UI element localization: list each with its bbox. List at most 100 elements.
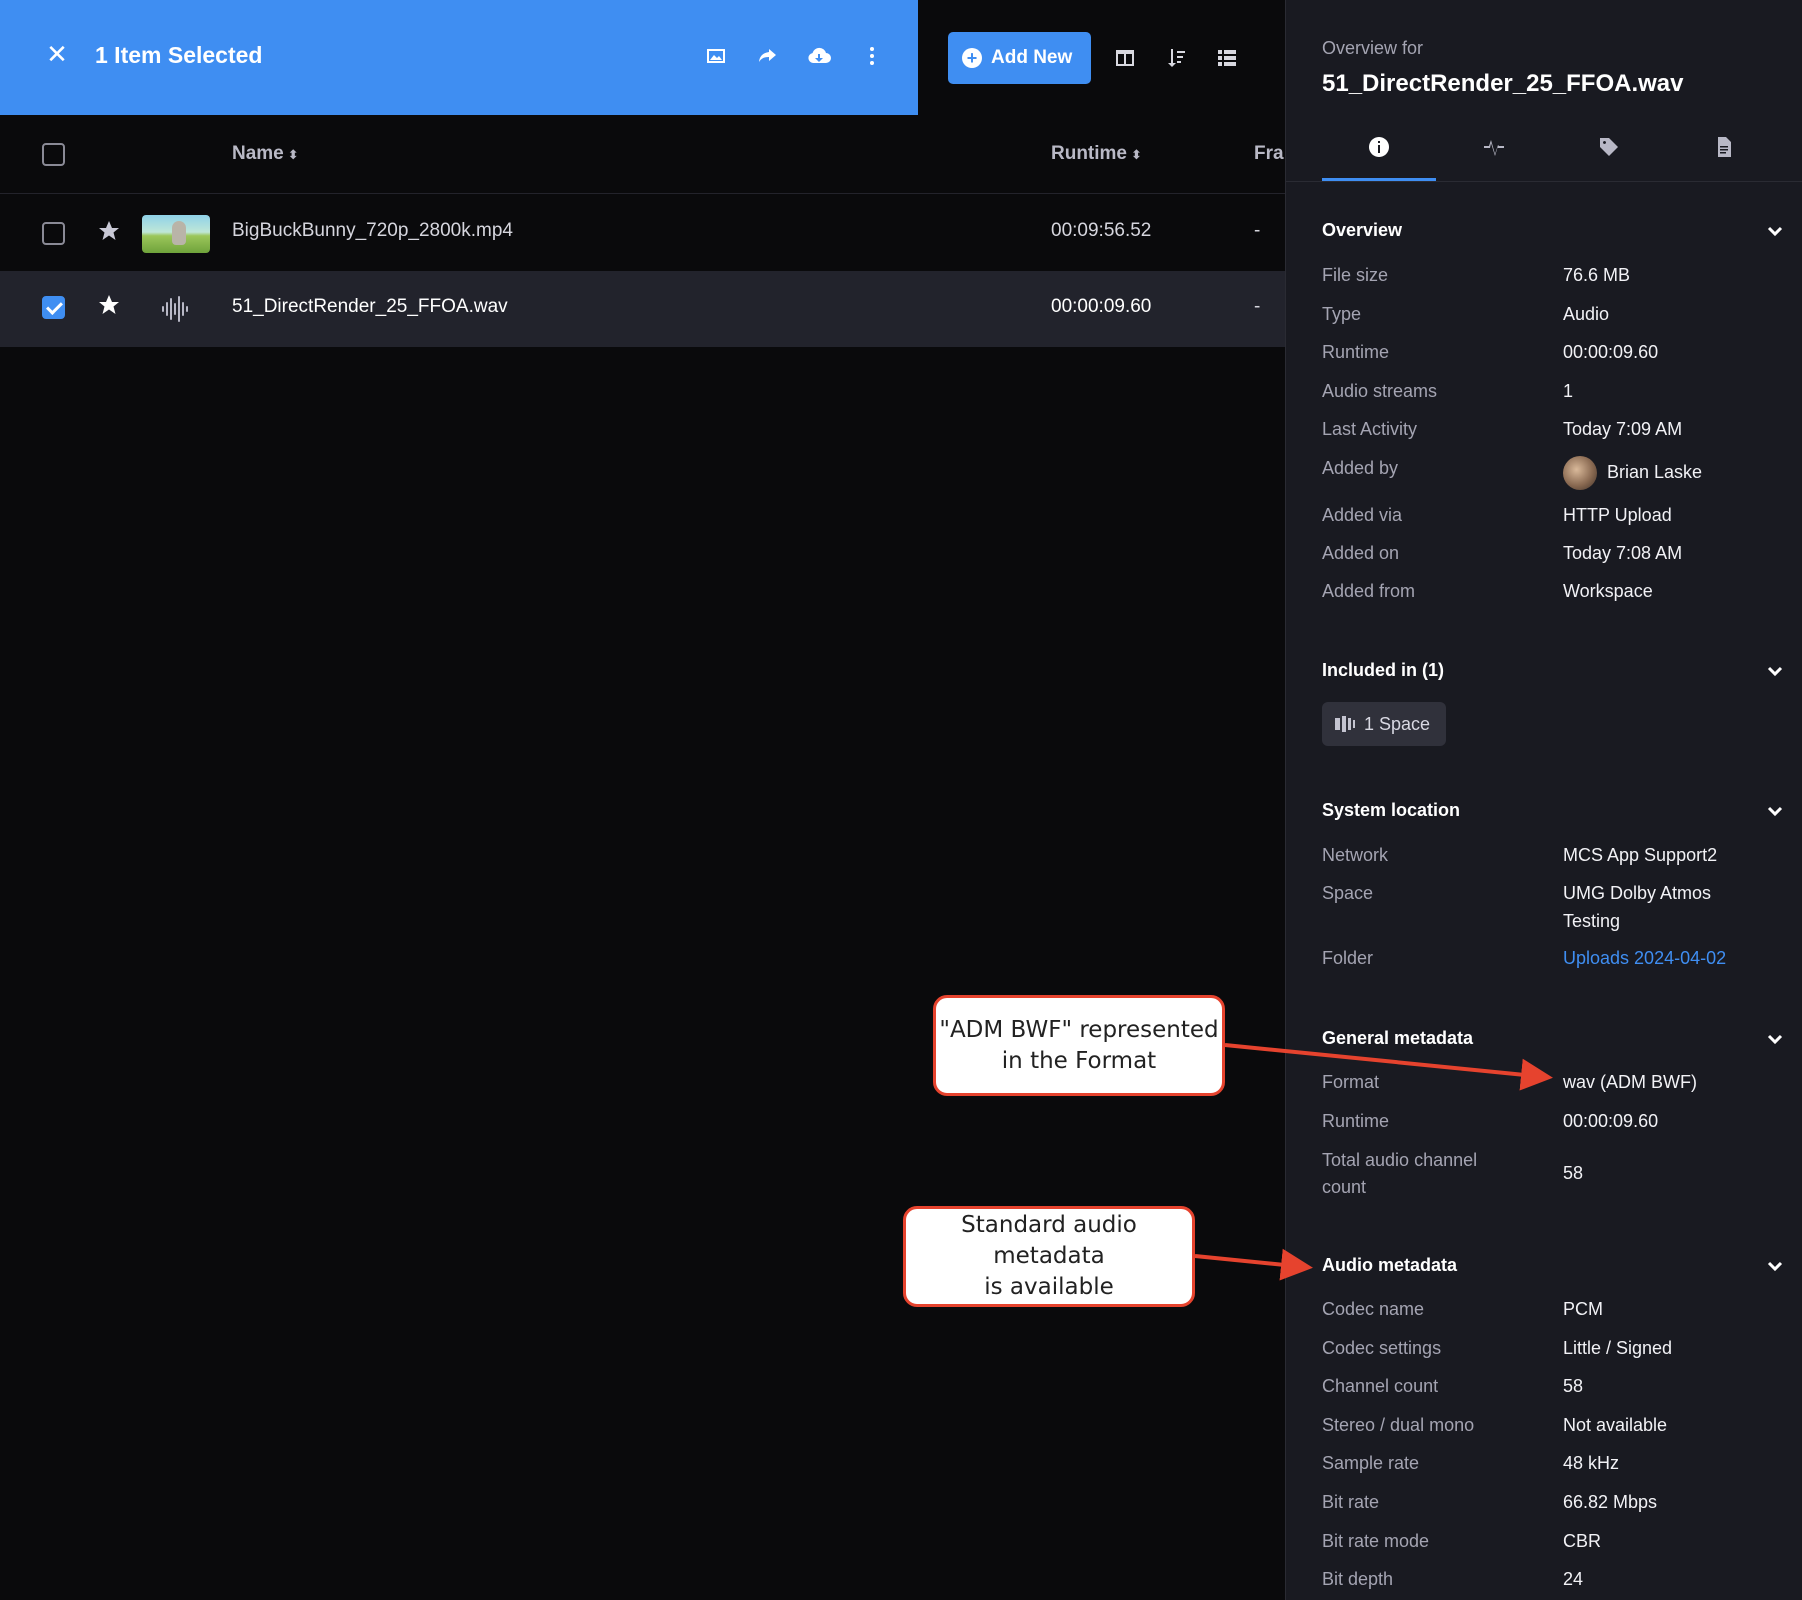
sort-icon: ⬍: [287, 147, 299, 162]
chevron-down-icon[interactable]: [1766, 1030, 1784, 1048]
details-panel: Overview for 51_DirectRender_25_FFOA.wav…: [1285, 0, 1802, 1600]
cloud-download-icon[interactable]: [804, 41, 834, 71]
document-icon: [1718, 137, 1731, 157]
format-label: Format: [1322, 1072, 1380, 1092]
avatar: [1563, 456, 1597, 490]
row-frame: -: [1254, 220, 1261, 241]
section-overview-title[interactable]: Overview: [1322, 220, 1402, 241]
close-icon[interactable]: ✕: [43, 40, 71, 68]
overview-label: Type: [1322, 304, 1362, 324]
row-checkbox[interactable]: [42, 222, 65, 245]
format-value: wav (ADM BWF): [1563, 1072, 1697, 1092]
overview-label: Added on: [1322, 543, 1400, 563]
panel-subtitle: Overview for: [1322, 38, 1424, 58]
section-system-location-title[interactable]: System location: [1322, 800, 1460, 821]
chevron-down-icon[interactable]: [1766, 662, 1784, 680]
selection-bar: ✕ 1 Item Selected: [0, 0, 918, 115]
row-runtime: 00:00:09.60: [1051, 296, 1152, 317]
runtime-label: Runtime: [1322, 1111, 1390, 1131]
overview-label: Added via: [1322, 505, 1403, 525]
column-runtime[interactable]: Runtime ⬍: [1051, 143, 1142, 165]
plus-icon: +: [962, 48, 982, 68]
audio-label: Channel count: [1322, 1376, 1439, 1396]
tab-waveform[interactable]: [1437, 135, 1551, 181]
audio-label: Bit depth: [1322, 1569, 1394, 1589]
audio-value: 58: [1563, 1376, 1584, 1396]
star-icon[interactable]: [96, 292, 122, 318]
add-new-label: Add New: [991, 47, 1073, 68]
chevron-down-icon[interactable]: [1766, 802, 1784, 820]
audio-value: CBR: [1563, 1531, 1602, 1551]
section-included-title[interactable]: Included in (1): [1322, 660, 1444, 681]
callout-audio-line2: is available: [984, 1274, 1114, 1300]
asset-browser: ✕ 1 Item Selected + Add New Name ⬍ Runti…: [0, 0, 1285, 1600]
space-label: Space: [1322, 883, 1374, 903]
overview-label: Added by: [1322, 458, 1399, 478]
panel-filename: 51_DirectRender_25_FFOA.wav: [1322, 70, 1684, 97]
sort-icon[interactable]: [1161, 43, 1191, 73]
list-view-icon[interactable]: [1212, 43, 1242, 73]
select-all-checkbox[interactable]: [42, 143, 65, 166]
row-name: 51_DirectRender_25_FFOA.wav: [232, 296, 508, 317]
space-value-line2: Testing: [1563, 911, 1621, 931]
folder-link[interactable]: Uploads 2024-04-02: [1563, 945, 1726, 972]
overview-label: File size: [1322, 265, 1389, 285]
audio-label: Bit rate mode: [1322, 1531, 1430, 1551]
row-runtime: 00:09:56.52: [1051, 220, 1152, 241]
space-chip[interactable]: 1 Space: [1322, 702, 1446, 746]
row-frame: -: [1254, 296, 1261, 317]
overview-value: Brian Laske: [1607, 462, 1703, 482]
row-name: BigBuckBunny_720p_2800k.mp4: [232, 220, 513, 241]
space-icon: [1335, 716, 1355, 732]
selection-count: 1 Item Selected: [95, 42, 263, 68]
image-icon[interactable]: [701, 41, 731, 71]
table-row[interactable]: 51_DirectRender_25_FFOA.wav 00:00:09.60 …: [0, 271, 1285, 347]
row-checkbox[interactable]: [42, 296, 65, 319]
audio-label: Codec settings: [1322, 1338, 1442, 1358]
chevron-down-icon[interactable]: [1766, 222, 1784, 240]
overview-value: 76.6 MB: [1563, 265, 1631, 285]
column-name[interactable]: Name ⬍: [232, 143, 299, 165]
audio-value: Little / Signed: [1563, 1338, 1673, 1358]
overview-value: Today 7:08 AM: [1563, 543, 1683, 563]
space-chip-label: 1 Space: [1364, 713, 1431, 734]
audio-label: Codec name: [1322, 1299, 1425, 1319]
overview-value: 1: [1563, 381, 1574, 401]
channel-count-label-line1: Total audio channel: [1322, 1150, 1478, 1170]
split-view-icon[interactable]: [1110, 43, 1140, 73]
tag-icon: [1600, 138, 1618, 156]
overview-label: Last Activity: [1322, 419, 1418, 439]
section-audio-metadata-title[interactable]: Audio metadata: [1322, 1255, 1457, 1276]
audio-waveform-icon: [162, 296, 188, 322]
overview-value: Today 7:09 AM: [1563, 419, 1683, 439]
audio-value: PCM: [1563, 1299, 1603, 1319]
overview-value: Audio: [1563, 304, 1610, 324]
audio-value: 66.82 Mbps: [1563, 1492, 1658, 1512]
tab-tags[interactable]: [1552, 135, 1666, 181]
tab-divider: [1286, 181, 1802, 182]
network-label: Network: [1322, 845, 1389, 865]
audio-label: Stereo / dual mono: [1322, 1415, 1475, 1435]
tab-info[interactable]: [1322, 135, 1436, 181]
folder-label: Folder: [1322, 948, 1374, 968]
section-general-metadata-title[interactable]: General metadata: [1322, 1028, 1473, 1049]
tab-document[interactable]: [1667, 135, 1781, 181]
video-thumbnail: [142, 215, 210, 253]
overview-label: Added from: [1322, 581, 1416, 601]
column-frame[interactable]: Fra: [1254, 143, 1284, 165]
share-icon[interactable]: [752, 41, 782, 71]
chevron-down-icon[interactable]: [1766, 1257, 1784, 1275]
star-icon[interactable]: [96, 218, 122, 244]
callout-format-line2: in the Format: [1001, 1047, 1157, 1074]
network-value: MCS App Support2: [1563, 845, 1718, 865]
audio-value: 24: [1563, 1569, 1584, 1589]
overview-label: Audio streams: [1322, 381, 1438, 401]
overview-value: HTTP Upload: [1563, 505, 1672, 525]
channel-count-label-line2: count: [1322, 1177, 1367, 1197]
callout-audio-metadata: Standard audio metadata is available: [903, 1206, 1195, 1307]
table-header: Name ⬍ Runtime ⬍ Fra: [0, 115, 1285, 194]
overview-value: 00:00:09.60: [1563, 342, 1659, 362]
add-new-button[interactable]: + Add New: [948, 32, 1091, 84]
table-row[interactable]: BigBuckBunny_720p_2800k.mp4 00:09:56.52 …: [0, 195, 1285, 271]
more-vertical-icon[interactable]: [857, 41, 887, 71]
